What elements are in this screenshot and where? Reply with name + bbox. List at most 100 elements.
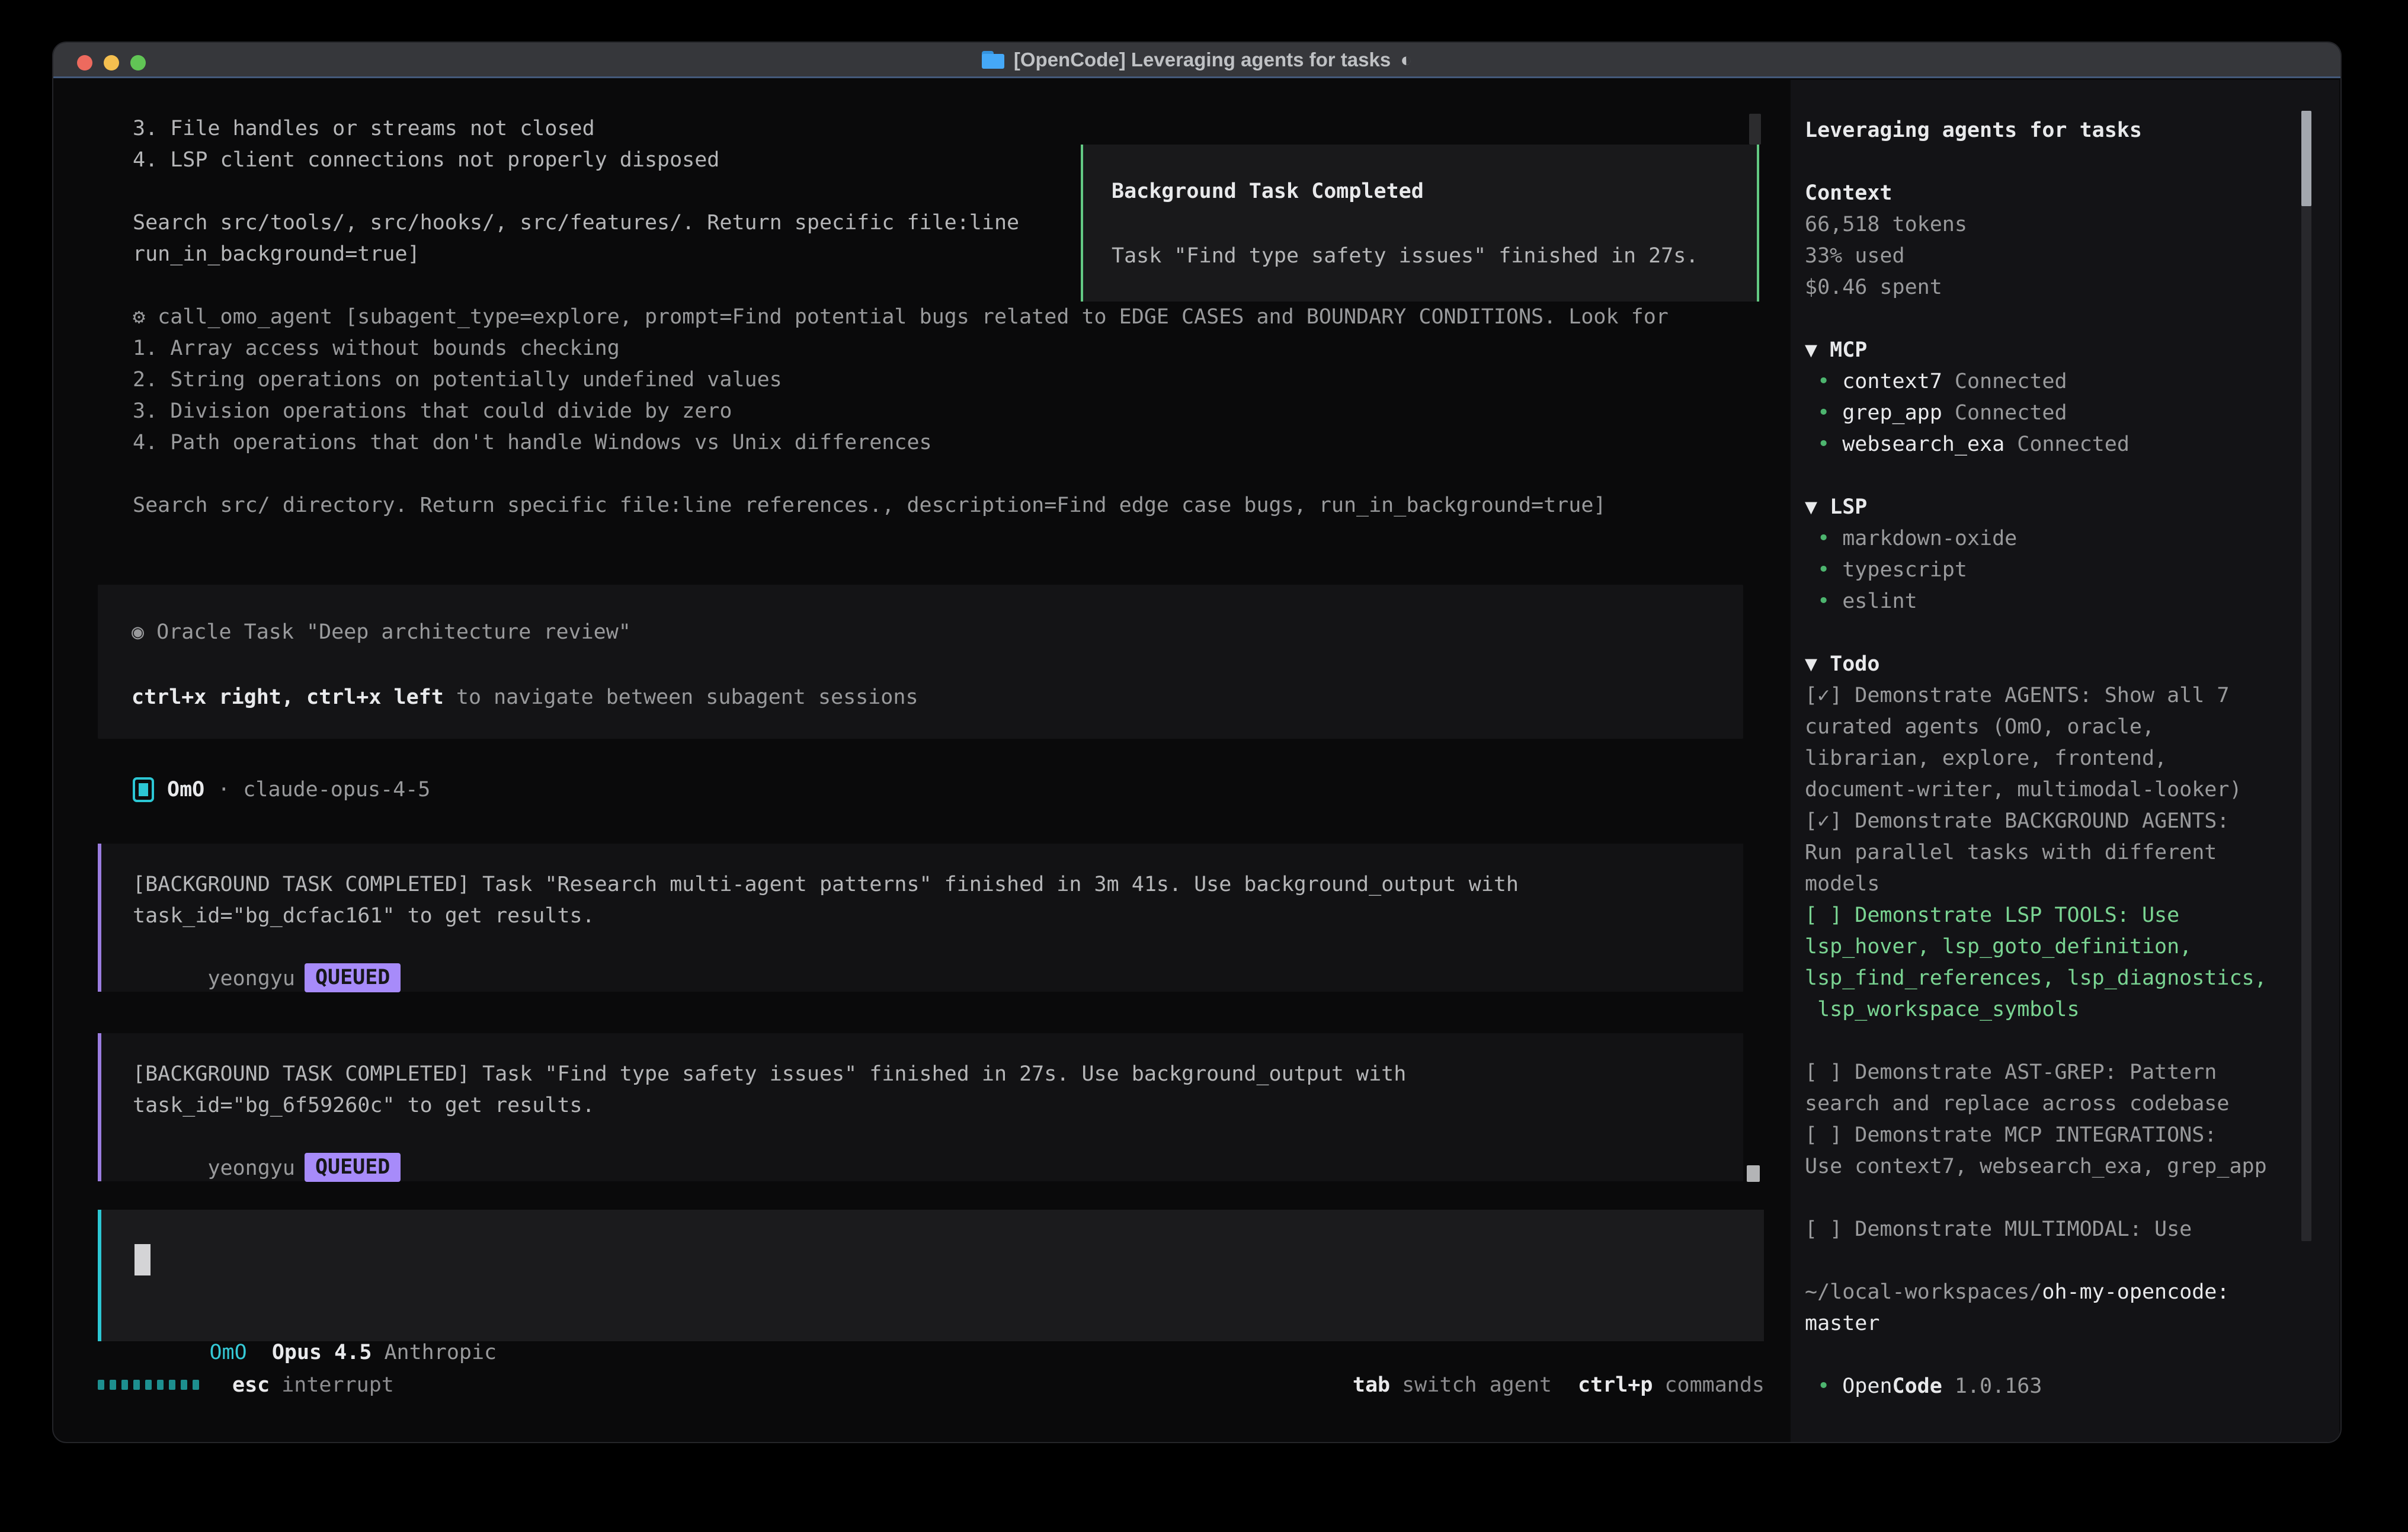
separator-dot: · [217, 778, 230, 802]
sidebar-line: • websearch_exa Connected [1805, 429, 2297, 460]
zoom-button[interactable] [130, 55, 146, 70]
task-message-line1: [BACKGROUND TASK COMPLETED] Task "Find t… [133, 1062, 1406, 1086]
ctrlp-key-hint: ctrl+p [1578, 1373, 1653, 1397]
agent-icon [133, 777, 154, 802]
agent-name: OmO [167, 778, 204, 802]
window-title: [OpenCode] Leveraging agents for tasks [1014, 49, 1391, 71]
background-task-block: [BACKGROUND TASK COMPLETED] Task "Resear… [98, 844, 1743, 992]
task-message-line2: task_id="bg_6f59260c" to get results. [133, 1094, 595, 1117]
opencode-window: [OpenCode] Leveraging agents for tasks ◐… [52, 41, 2342, 1443]
sidebar-line: document-writer, multimodal-looker) [1805, 774, 2297, 806]
sidebar-line: • typescript [1805, 555, 2297, 586]
terminal-line [133, 459, 1764, 490]
sidebar-scrollbar-track[interactable] [2301, 111, 2311, 1241]
terminal-line: 3. Division operations that could divide… [133, 396, 1764, 427]
sidebar-line [1805, 1025, 2297, 1057]
switch-agent-hint-label: switch agent [1402, 1373, 1552, 1397]
toast-body: Task "Find type safety issues" finished … [1112, 244, 1698, 268]
sidebar-line: • grep_app Connected [1805, 398, 2297, 429]
sidebar-line: • context7 Connected [1805, 366, 2297, 398]
text-cursor [135, 1244, 150, 1275]
sidebar-line: [ ] Demonstrate AST-GREP: Pattern [1805, 1057, 2297, 1088]
background-task-block: [BACKGROUND TASK COMPLETED] Task "Find t… [98, 1033, 1743, 1181]
spinner-dots [98, 1380, 199, 1390]
esc-key-hint: esc [232, 1373, 270, 1397]
sidebar-line: Use context7, websearch_exa, grep_app [1805, 1151, 2297, 1182]
sidebar-line: 33% used [1805, 241, 2297, 272]
sidebar-line: Context [1805, 178, 2297, 209]
spinner-dot [121, 1380, 128, 1390]
sidebar-line: [ ] Demonstrate MULTIMODAL: Use [1805, 1214, 2297, 1245]
sidebar-line: ▼ MCP [1805, 335, 2297, 366]
commands-hint-label: commands [1664, 1373, 1765, 1397]
sidebar-line: lsp_workspace_symbols [1805, 994, 2297, 1025]
subagent-navigation-hint: ctrl+x right, ctrl+x left to navigate be… [132, 682, 918, 713]
sidebar-line: [ ] Demonstrate MCP INTEGRATIONS: [1805, 1120, 2297, 1151]
sidebar-line: lsp_hover, lsp_goto_definition, [1805, 931, 2297, 963]
task-user: yeongyu [207, 967, 295, 991]
spinner-dot [110, 1380, 116, 1390]
oracle-task-header: ◉ Oracle Task "Deep architecture review" [132, 617, 631, 648]
sidebar-line: • OpenCode 1.0.163 [1805, 1371, 2297, 1402]
sidebar-line: ▼ LSP [1805, 492, 2297, 523]
sidebar-line [1805, 146, 2297, 178]
folder-icon [982, 51, 1004, 69]
sidebar-line: search and replace across codebase [1805, 1088, 2297, 1120]
terminal-line: 1. Array access without bounds checking [133, 333, 1764, 364]
sidebar-line: [ ] Demonstrate LSP TOOLS: Use [1805, 900, 2297, 931]
session-sidebar: Leveraging agents for tasks Context66,518… [1791, 80, 2339, 1443]
sidebar-line: librarian, explore, frontend, [1805, 743, 2297, 774]
titlebar: [OpenCode] Leveraging agents for tasks ◐ [53, 43, 2340, 78]
agent-line: OmO · claude-opus-4-5 [133, 774, 430, 805]
status-badge: QUEUED [305, 1153, 401, 1182]
tab-key-hint: tab [1353, 1373, 1390, 1397]
sidebar-line [1805, 1245, 2297, 1277]
prompt-input[interactable]: OmO Opus 4.5 Anthropic [98, 1210, 1764, 1341]
terminal-line: 4. Path operations that don't handle Win… [133, 427, 1764, 459]
spinner-dot [157, 1380, 164, 1390]
sidebar-line: models [1805, 868, 2297, 900]
terminal-line: 3. File handles or streams not closed [133, 113, 1764, 145]
traffic-lights [77, 55, 146, 70]
status-bar: esc interrupt tab switch agent ctrl+p co… [98, 1369, 1765, 1400]
sidebar-line: ~/local-workspaces/oh-my-opencode: [1805, 1277, 2297, 1308]
background-task-toast: Background Task Completed Task "Find typ… [1081, 145, 1759, 302]
agent-model: claude-opus-4-5 [243, 778, 430, 802]
task-user: yeongyu [207, 1156, 295, 1180]
sidebar-line: master [1805, 1308, 2297, 1339]
sidebar-scrollbar-thumb[interactable] [2301, 111, 2311, 206]
main-scrollbar-thumb[interactable] [1747, 1165, 1760, 1182]
sidebar-line: Run parallel tasks with different [1805, 837, 2297, 868]
close-button[interactable] [77, 55, 92, 70]
input-agent-name: OmO [209, 1341, 246, 1364]
sidebar-line: ▼ Todo [1805, 649, 2297, 680]
sidebar-line: [✓] Demonstrate BACKGROUND AGENTS: [1805, 806, 2297, 837]
terminal-line: Search src/ directory. Return specific f… [133, 490, 1764, 521]
sidebar-line: lsp_find_references, lsp_diagnostics, [1805, 963, 2297, 994]
terminal-line: ⚙ call_omo_agent [subagent_type=explore,… [133, 302, 1764, 333]
spinner-dot [181, 1380, 187, 1390]
interrupt-hint-label: interrupt [281, 1373, 394, 1397]
sidebar-line [1805, 460, 2297, 492]
input-provider: Anthropic [384, 1341, 497, 1364]
spinner-dot [145, 1380, 152, 1390]
sidebar-line: [✓] Demonstrate AGENTS: Show all 7 [1805, 680, 2297, 711]
spinner-dot [133, 1380, 140, 1390]
sidebar-line [1805, 617, 2297, 649]
sidebar-line [1805, 1339, 2297, 1371]
sidebar-line: $0.46 spent [1805, 272, 2297, 303]
toast-title: Background Task Completed [1112, 180, 1424, 203]
task-message-line1: [BACKGROUND TASK COMPLETED] Task "Resear… [133, 873, 1519, 896]
main-scrollbar-track[interactable] [1749, 114, 1761, 145]
sidebar-line: 66,518 tokens [1805, 209, 2297, 241]
sidebar-line: curated agents (OmO, oracle, [1805, 711, 2297, 743]
sidebar-line: • eslint [1805, 586, 2297, 617]
spinner-dot [98, 1380, 104, 1390]
spinner-dot [193, 1380, 199, 1390]
sidebar-line: Leveraging agents for tasks [1805, 115, 2297, 146]
sidebar-line: • markdown-oxide [1805, 523, 2297, 555]
loading-icon: ◐ [1400, 49, 1412, 71]
task-message-line2: task_id="bg_dcfac161" to get results. [133, 904, 595, 928]
minimize-button[interactable] [104, 55, 119, 70]
sidebar-content: Leveraging agents for tasks Context66,518… [1805, 115, 2297, 1402]
